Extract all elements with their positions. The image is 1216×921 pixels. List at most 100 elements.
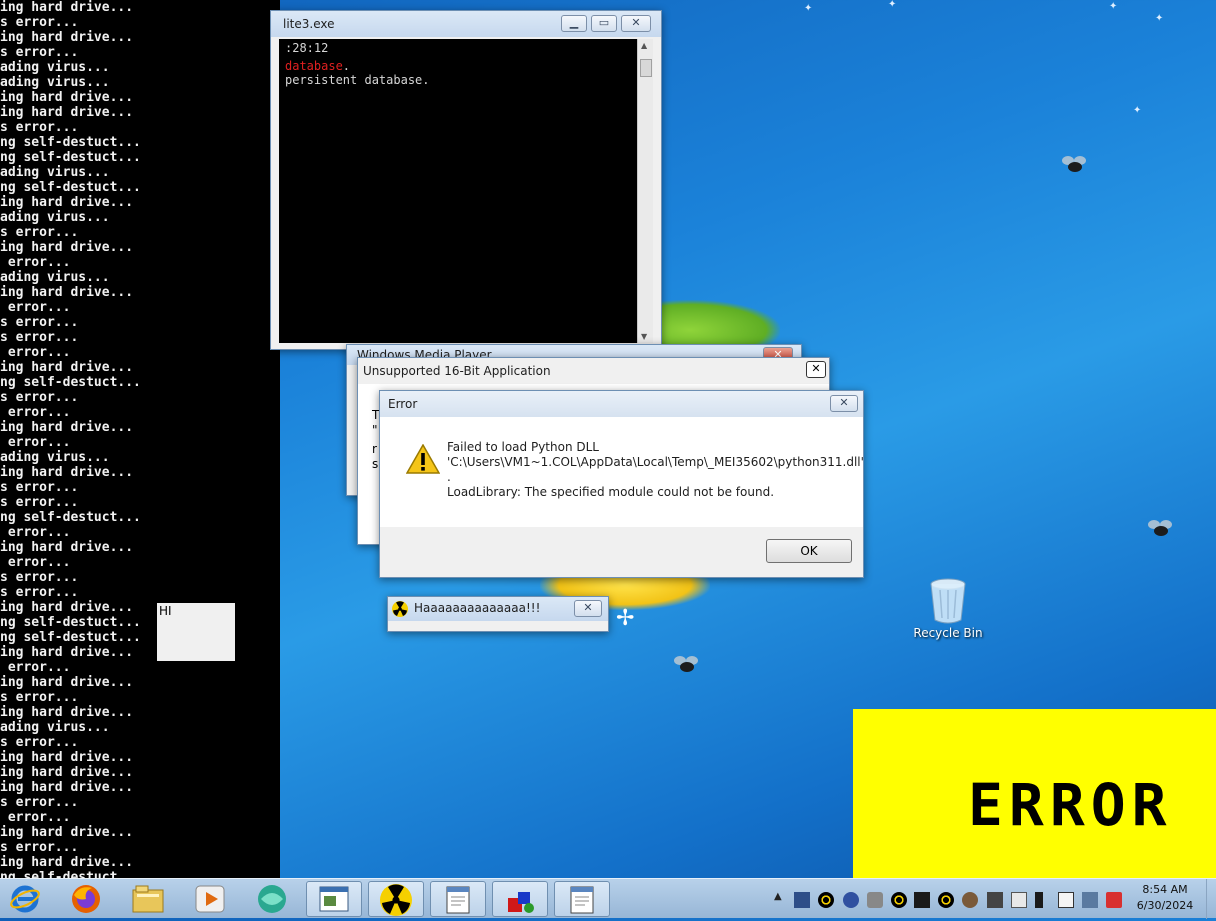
- console-line: ing hard drive...: [0, 705, 134, 720]
- tray-ball-icon[interactable]: [962, 892, 978, 908]
- vertical-scrollbar[interactable]: ▲ ▼: [637, 39, 653, 343]
- console-line: s error...: [0, 120, 79, 135]
- flag-icon[interactable]: [1058, 892, 1074, 908]
- window-app-icon: [319, 886, 349, 912]
- console-line: ading virus...: [0, 165, 110, 180]
- window-titlebar[interactable]: lite3.exe ▁ ▭ ✕: [271, 11, 661, 37]
- recycle-bin-desktop-icon[interactable]: Recycle Bin: [913, 578, 983, 640]
- console-line: ng self-destuct...: [0, 135, 141, 150]
- clock-date: 6/30/2024: [1136, 899, 1194, 912]
- star-decoration: ✦: [1133, 105, 1142, 116]
- window-title: Error: [388, 397, 418, 411]
- taskbar-firefox[interactable]: [58, 881, 114, 917]
- taskbar-shapes-app[interactable]: [492, 881, 548, 917]
- taskbar-notepad-2[interactable]: [554, 881, 610, 917]
- window-title: lite3.exe: [283, 17, 335, 31]
- console-line: ading virus...: [0, 75, 110, 90]
- console-line: ing hard drive...: [0, 675, 134, 690]
- tray-box-icon[interactable]: [987, 892, 1003, 908]
- console-line: ng self-destuct...: [0, 375, 141, 390]
- hi-box[interactable]: HI: [157, 603, 235, 661]
- close-button[interactable]: ✕: [621, 15, 651, 32]
- tray-radiation-icon[interactable]: [891, 892, 907, 908]
- tray-radiation-icon[interactable]: [938, 892, 954, 908]
- console-line: ading virus...: [0, 60, 110, 75]
- ok-button[interactable]: OK: [766, 539, 852, 563]
- scroll-up-arrow-icon[interactable]: ▲: [641, 41, 647, 50]
- tray-pen-icon[interactable]: [1035, 892, 1043, 908]
- clock-time: 8:54 AM: [1142, 883, 1188, 896]
- haaa-window[interactable]: Haaaaaaaaaaaaaa!!! ✕: [387, 596, 609, 632]
- show-desktop-button[interactable]: [1206, 879, 1216, 919]
- tray-app-icon[interactable]: [914, 892, 930, 908]
- console-line: error...: [0, 555, 71, 570]
- taskbar-radiation-app[interactable]: [368, 881, 424, 917]
- console-line: database.: [285, 59, 631, 73]
- radiation-icon: [392, 601, 408, 617]
- firefox-icon: [72, 885, 100, 913]
- tray-gear-icon[interactable]: [867, 892, 883, 908]
- window-titlebar[interactable]: Error ✕: [380, 391, 863, 417]
- console-line: s error...: [0, 225, 79, 240]
- window-titlebar[interactable]: Haaaaaaaaaaaaaa!!! ✕: [388, 597, 608, 621]
- console-line: ng self-destuct...: [0, 510, 141, 525]
- console-line: ing hard drive...: [0, 90, 134, 105]
- console-output-window[interactable]: ing hard drive... s error... ing hard driv…: [0, 0, 280, 880]
- console-line: s error...: [0, 15, 79, 30]
- notepad-icon: [570, 886, 594, 914]
- maximize-button[interactable]: ▭: [591, 15, 617, 32]
- recycle-bin-icon: [930, 578, 966, 624]
- console-line: ing hard drive...: [0, 0, 134, 15]
- error-dialog[interactable]: Error ✕ Failed to load Python DLL 'C:\Us…: [379, 390, 864, 578]
- scroll-down-arrow-icon[interactable]: ▼: [641, 332, 647, 341]
- window-title: Haaaaaaaaaaaaaa!!!: [414, 601, 541, 615]
- minimize-button[interactable]: ▁: [561, 15, 587, 32]
- console-line: ing hard drive...: [0, 285, 134, 300]
- clock[interactable]: 8:54 AM 6/30/2024: [1128, 882, 1202, 914]
- console-line: ading virus...: [0, 720, 110, 735]
- console-line: s error...: [0, 690, 79, 705]
- console-line: s error...: [0, 570, 79, 585]
- console-line: ing hard drive...: [0, 750, 134, 765]
- fly-icon: [672, 656, 700, 678]
- cursor-icon: ✢: [616, 606, 635, 631]
- taskbar-notepad-1[interactable]: [430, 881, 486, 917]
- error-line: .: [447, 470, 451, 484]
- tray-shield-icon[interactable]: [1011, 892, 1027, 908]
- console-line: ing hard drive...: [0, 360, 134, 375]
- taskbar-window-app[interactable]: [306, 881, 362, 917]
- show-hidden-icons-arrow-icon[interactable]: ▲: [774, 891, 782, 902]
- taskbar-media-player[interactable]: [182, 881, 238, 917]
- window-title: Unsupported 16-Bit Application: [363, 364, 551, 378]
- console-line: ing hard drive...: [0, 645, 134, 660]
- console-text-area[interactable]: :28:12 database. persistent database.: [279, 39, 637, 343]
- console-line: ng self-destuct...: [0, 615, 141, 630]
- volume-muted-icon[interactable]: [1106, 892, 1122, 908]
- tray-globe-icon[interactable]: [843, 892, 859, 908]
- sqlite-console-window[interactable]: lite3.exe ▁ ▭ ✕ :28:12 database. persist…: [270, 10, 662, 350]
- file-explorer-icon: [132, 885, 164, 913]
- taskbar-globe-app[interactable]: [244, 881, 300, 917]
- taskbar-internet-explorer[interactable]: [0, 881, 50, 917]
- window-titlebar[interactable]: Unsupported 16-Bit Application ✕: [358, 358, 829, 384]
- console-line: s error...: [0, 495, 79, 510]
- internet-explorer-icon: [10, 885, 40, 913]
- console-line: s error...: [0, 330, 79, 345]
- tray-radiation-icon[interactable]: [818, 892, 834, 908]
- star-decoration: ✦: [1155, 13, 1164, 24]
- tray-app-icon[interactable]: [794, 892, 810, 908]
- close-button[interactable]: ✕: [574, 600, 602, 617]
- network-icon[interactable]: [1082, 892, 1098, 908]
- close-button[interactable]: ✕: [830, 395, 858, 412]
- scrollbar-thumb[interactable]: [640, 59, 652, 77]
- close-button[interactable]: ✕: [806, 361, 826, 378]
- media-player-icon: [195, 885, 225, 913]
- console-line: ing hard drive...: [0, 825, 134, 840]
- star-decoration: ✦: [888, 0, 897, 10]
- console-line: ing hard drive...: [0, 765, 134, 780]
- app-globe-icon: [258, 885, 286, 913]
- notepad-icon: [446, 886, 470, 914]
- console-line: error...: [0, 255, 71, 270]
- taskbar-file-explorer[interactable]: [120, 881, 176, 917]
- console-line: error...: [0, 525, 71, 540]
